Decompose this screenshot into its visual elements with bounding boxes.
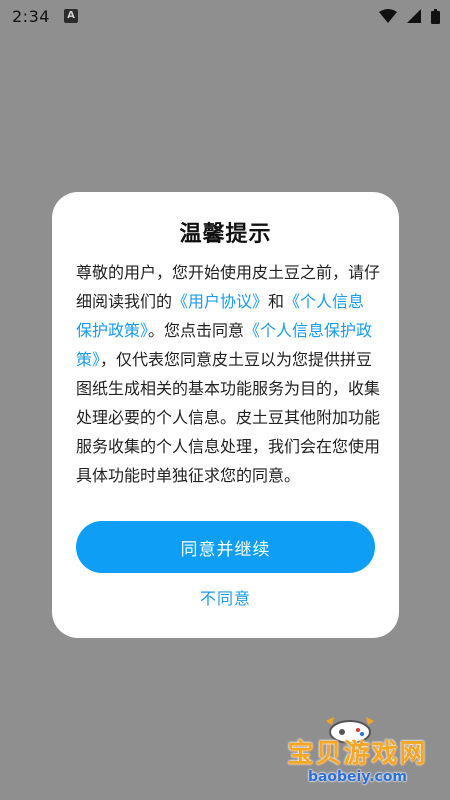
dialog-title: 温馨提示 bbox=[179, 222, 272, 247]
disagree-button[interactable]: 不同意 bbox=[52, 585, 399, 609]
status-right bbox=[379, 8, 440, 24]
dialog-body: 尊敬的用户，您开始使用皮土豆之前，请仔细阅读我们的《用户协议》和《个人信息保护政… bbox=[76, 258, 380, 490]
watermark: 宝贝游戏网 baobeiy.com bbox=[270, 715, 445, 795]
signal-icon bbox=[407, 9, 421, 23]
body-text-2: 和 bbox=[268, 292, 285, 311]
status-left: 2:34 A bbox=[12, 7, 78, 26]
body-text-4: ，仅代表您同意皮土豆以为您提供拼豆图纸生成相关的基本功能服务为目的，收集处理必要… bbox=[76, 350, 381, 485]
body-text-3: 。您点击同意 bbox=[148, 321, 245, 340]
user-agreement-link[interactable]: 《用户协议》 bbox=[172, 292, 268, 311]
wifi-icon bbox=[379, 9, 397, 23]
battery-icon bbox=[431, 8, 440, 24]
watermark-url: baobeiy.com bbox=[307, 769, 408, 785]
notification-a-icon: A bbox=[63, 9, 78, 23]
watermark-text: 宝贝游戏网 bbox=[287, 739, 428, 769]
status-bar: 2:34 A bbox=[0, 0, 450, 32]
status-time: 2:34 bbox=[12, 6, 50, 26]
privacy-dialog: 温馨提示 尊敬的用户，您开始使用皮土豆之前，请仔细阅读我们的《用户协议》和《个人… bbox=[52, 192, 399, 638]
agree-continue-button[interactable]: 同意并继续 bbox=[76, 521, 375, 573]
